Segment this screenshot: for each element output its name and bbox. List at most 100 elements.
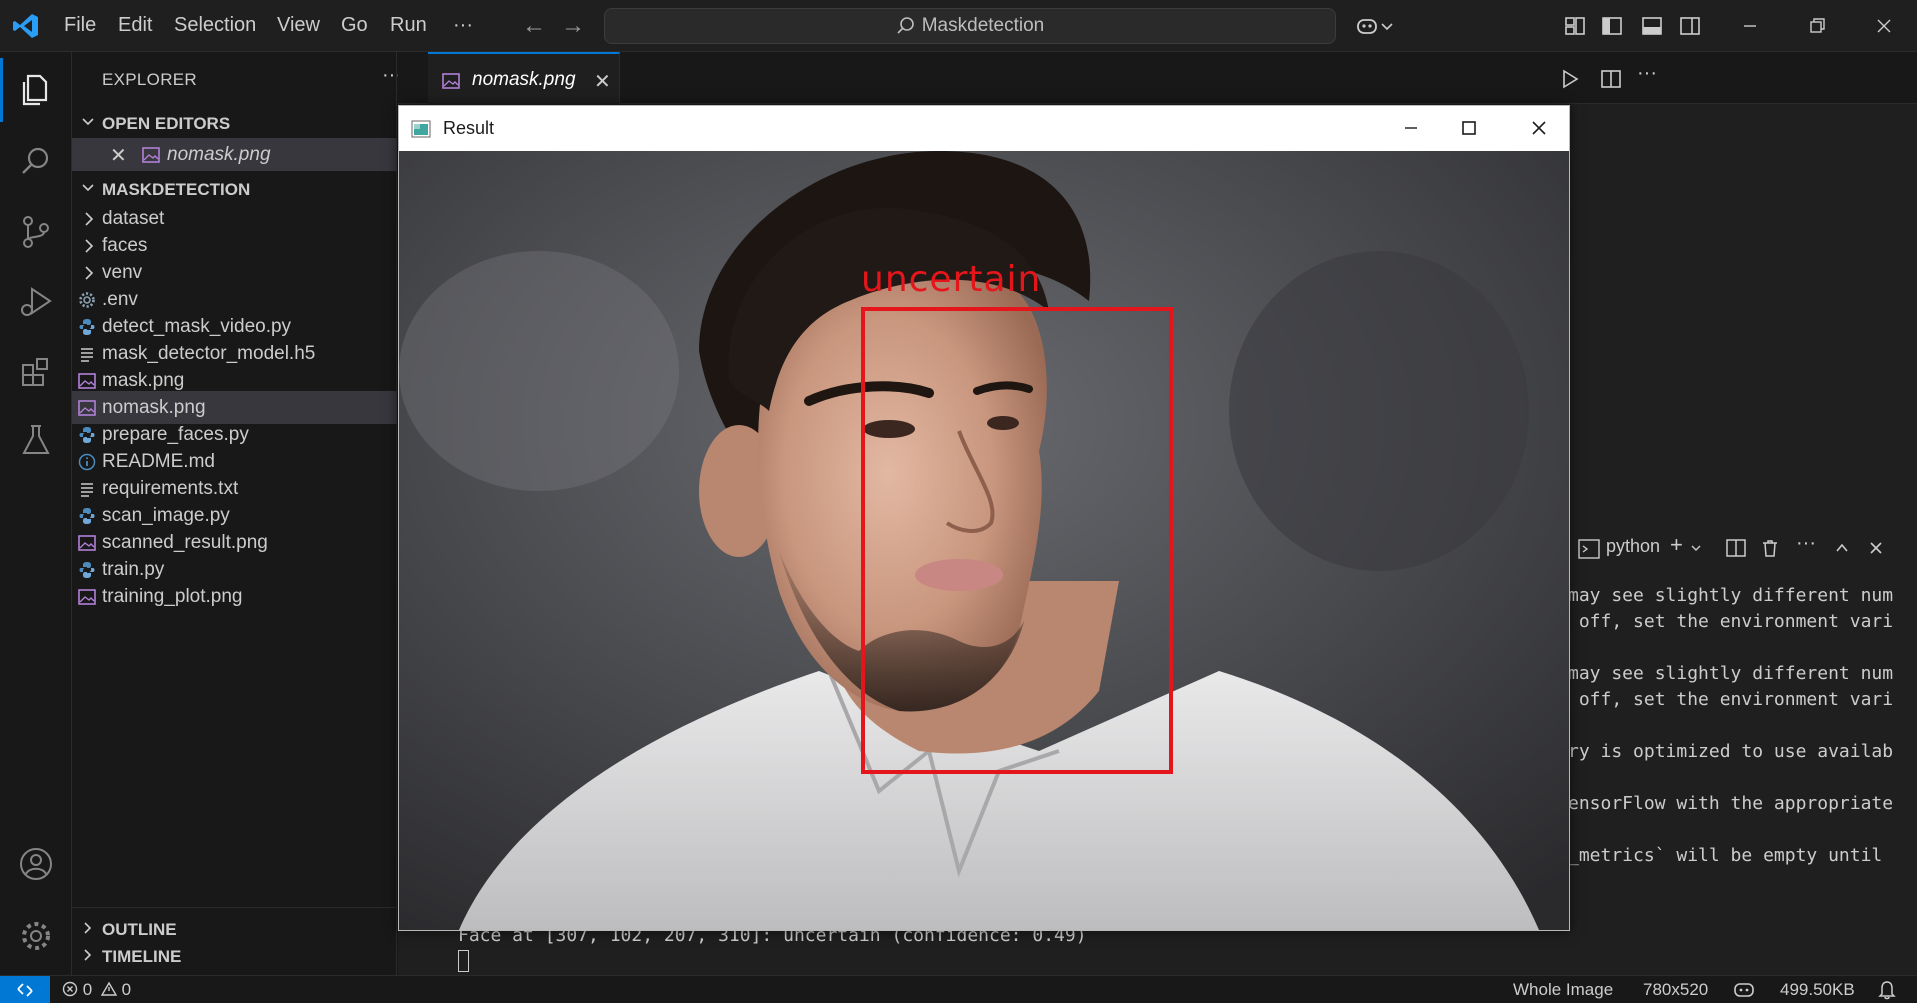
timeline-header[interactable]: TIMELINE — [72, 942, 397, 972]
chevron-right-icon — [84, 922, 92, 934]
terminal-line: ry is optimized to use availab — [1568, 741, 1894, 762]
copilot-icon[interactable] — [1733, 981, 1755, 999]
image-file-icon — [142, 147, 160, 163]
toggle-primary-sidebar-icon[interactable] — [1600, 14, 1624, 38]
tree-item-label: README.md — [102, 451, 215, 472]
problems-indicator[interactable]: 0 0 — [62, 980, 131, 1000]
command-center-search[interactable]: Maskdetection — [604, 8, 1336, 44]
menu-more[interactable]: ··· — [453, 14, 473, 37]
terminal-shell-label[interactable]: python — [1606, 536, 1660, 557]
terminal-line: ensorFlow with the appropriate — [1568, 793, 1894, 814]
close-tab-icon[interactable]: ✕ — [594, 69, 611, 94]
terminal-line: off, set the environment vari — [1568, 611, 1894, 632]
tree-item-label: training_plot.png — [102, 586, 243, 607]
extensions-icon[interactable] — [16, 352, 56, 392]
project-label: MASKDETECTION — [102, 180, 251, 199]
menu-view[interactable]: View — [277, 14, 320, 37]
editor-tab[interactable]: nomask.png ✕ — [428, 52, 620, 104]
run-icon[interactable] — [1559, 68, 1581, 90]
close-window-icon[interactable] — [1527, 116, 1551, 140]
menu-edit[interactable]: Edit — [118, 14, 152, 37]
image-file-icon — [78, 373, 96, 389]
chevron-down-icon[interactable] — [1380, 14, 1394, 38]
outline-header[interactable]: OUTLINE — [72, 915, 397, 945]
new-terminal-icon[interactable]: + — [1670, 532, 1683, 558]
chevron-down-icon — [82, 184, 94, 192]
remote-indicator[interactable] — [0, 976, 50, 1003]
search-icon — [897, 17, 914, 34]
split-terminal-icon[interactable] — [1726, 538, 1746, 558]
close-editor-icon[interactable]: ✕ — [110, 143, 127, 168]
menu-go[interactable]: Go — [341, 14, 368, 37]
notifications-bell-icon[interactable] — [1878, 980, 1896, 1000]
trash-icon[interactable] — [1760, 538, 1780, 558]
image-file-icon — [442, 73, 460, 89]
explorer-title: EXPLORER — [102, 70, 197, 89]
testing-flask-icon[interactable] — [16, 420, 56, 460]
toggle-panel-icon[interactable] — [1640, 14, 1664, 38]
copilot-icon[interactable] — [1355, 14, 1379, 38]
manage-gear-icon[interactable] — [16, 916, 56, 956]
activity-active-indicator — [0, 58, 3, 122]
status-bar: 0 0 Whole Image 780x520 499.50KB — [0, 975, 1917, 1003]
project-header[interactable]: MASKDETECTION — [72, 175, 397, 205]
customize-layout-icon[interactable] — [1563, 14, 1587, 38]
tree-item-label: prepare_faces.py — [102, 424, 249, 445]
tree-item-label: faces — [102, 235, 148, 256]
python-file-icon — [79, 319, 95, 335]
more-actions-icon[interactable]: ··· — [1637, 62, 1659, 84]
more-actions-icon[interactable]: ··· — [1796, 532, 1816, 555]
minimize-icon[interactable] — [1738, 14, 1762, 38]
outline-label: OUTLINE — [102, 920, 177, 939]
restore-icon[interactable] — [1805, 14, 1829, 38]
image-file-icon — [78, 400, 96, 416]
chevron-down-icon — [82, 118, 94, 126]
tree-item-label: venv — [102, 262, 143, 283]
minimize-icon[interactable] — [1399, 116, 1423, 140]
image-file-icon — [78, 589, 96, 605]
menu-selection[interactable]: Selection — [174, 14, 256, 37]
vscode-logo-icon — [13, 14, 38, 38]
image-dimensions: 780x520 — [1643, 980, 1709, 999]
search-icon[interactable] — [16, 142, 56, 182]
python-file-icon — [79, 562, 95, 578]
menu-run[interactable]: Run — [390, 14, 427, 37]
chevron-down-icon[interactable] — [1690, 542, 1702, 554]
toggle-secondary-sidebar-icon[interactable] — [1678, 14, 1702, 38]
file-size: 499.50KB — [1780, 980, 1855, 999]
file-training-plot[interactable]: training_plot.png — [72, 580, 397, 613]
result-window-title: Result — [443, 118, 495, 138]
result-window[interactable]: Result uncertain — [398, 105, 1570, 931]
source-control-icon[interactable] — [16, 212, 56, 252]
error-icon — [62, 981, 78, 997]
app-window-icon — [411, 120, 431, 138]
terminal-icon — [1578, 539, 1600, 559]
split-editor-icon[interactable] — [1600, 68, 1622, 90]
tree-item-label: train.py — [102, 559, 165, 580]
tree-item-label: scanned_result.png — [102, 532, 268, 553]
detection-bounding-box — [861, 307, 1173, 774]
maximize-icon[interactable] — [1457, 116, 1481, 140]
warning-icon — [100, 981, 118, 996]
back-arrow-icon[interactable]: ← — [522, 12, 546, 40]
result-window-titlebar[interactable]: Result — [399, 106, 1569, 151]
forward-arrow-icon[interactable]: → — [561, 12, 585, 40]
close-window-icon[interactable] — [1872, 14, 1896, 38]
text-file-icon — [81, 483, 93, 497]
run-and-debug-icon[interactable] — [16, 282, 56, 322]
terminal-output[interactable]: may see slightly different num off, set … — [1568, 585, 1917, 885]
close-panel-icon[interactable] — [1868, 540, 1884, 556]
explorer-files-icon[interactable] — [16, 70, 56, 110]
accounts-icon[interactable] — [16, 844, 56, 884]
editor-tab-label: nomask.png — [472, 69, 576, 90]
menu-file[interactable]: File — [64, 14, 96, 37]
image-file-icon — [78, 535, 96, 551]
open-editor-item[interactable]: ✕ nomask.png — [72, 138, 397, 171]
zoom-mode[interactable]: Whole Image — [1513, 980, 1613, 1000]
terminal-cursor — [458, 950, 469, 972]
chevron-right-icon — [85, 239, 94, 253]
tree-item-label: requirements.txt — [102, 478, 239, 499]
chevron-up-icon[interactable] — [1834, 540, 1850, 556]
chevron-right-icon — [85, 266, 94, 280]
open-editors-header[interactable]: OPEN EDITORS — [72, 109, 397, 139]
